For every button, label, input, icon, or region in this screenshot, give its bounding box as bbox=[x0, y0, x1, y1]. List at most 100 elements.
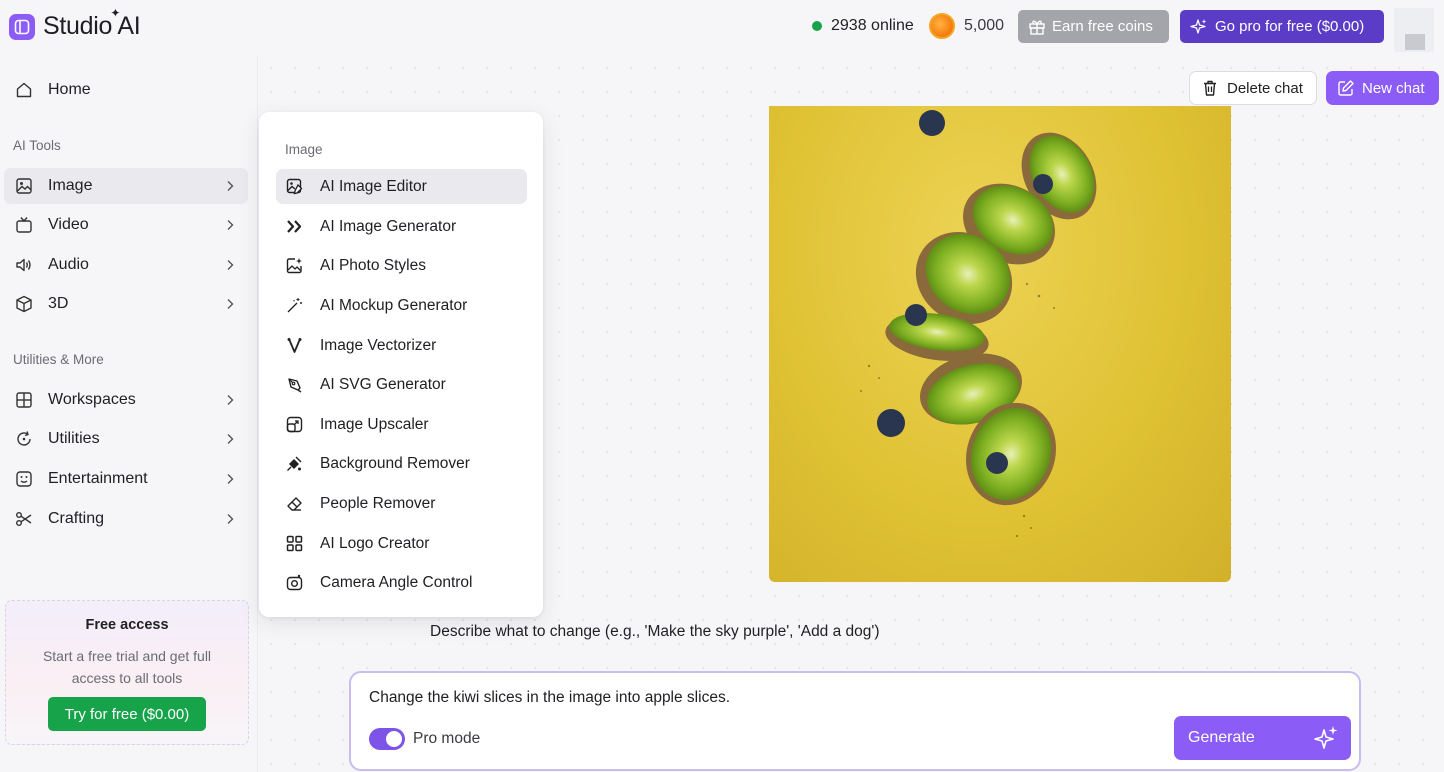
tv-icon bbox=[14, 215, 34, 235]
pro-mode-toggle[interactable] bbox=[369, 728, 405, 750]
sidebar-item-label: Video bbox=[48, 216, 89, 233]
menu-item-label: AI SVG Generator bbox=[320, 375, 446, 393]
sidebar-item-utilities[interactable]: Utilities bbox=[4, 421, 248, 457]
menu-item-ai-svg-generator[interactable]: AI SVG Generator bbox=[276, 367, 527, 402]
chevron-right-icon bbox=[227, 474, 234, 484]
sidebar-item-label: Crafting bbox=[48, 510, 105, 527]
sidebar: Home AI Tools Image Video Audio 3D Utili… bbox=[0, 56, 258, 772]
menu-item-background-remover[interactable]: Background Remover bbox=[276, 446, 527, 481]
pro-mode-label: Pro mode bbox=[413, 730, 481, 747]
camera-icon bbox=[285, 574, 303, 592]
try-for-free-button[interactable]: Try for free ($0.00) bbox=[48, 697, 206, 731]
menu-item-ai-logo-creator[interactable]: AI Logo Creator bbox=[276, 526, 527, 561]
sidebar-item-audio[interactable]: Audio bbox=[4, 247, 248, 283]
go-pro-button[interactable]: Go pro for free ($0.00) bbox=[1180, 10, 1384, 43]
new-chat-label: New chat bbox=[1362, 79, 1425, 97]
sidebar-item-image[interactable]: Image bbox=[4, 168, 248, 204]
magic-wand-icon bbox=[285, 297, 303, 315]
chevron-right-icon bbox=[227, 299, 234, 309]
refresh-icon bbox=[14, 429, 34, 449]
chevron-right-icon bbox=[227, 260, 234, 270]
pen-tool-icon bbox=[285, 376, 303, 394]
sidebar-toggle-icon bbox=[9, 13, 35, 40]
free-access-text: Start a free trial and get full access t… bbox=[42, 648, 212, 686]
generate-button[interactable]: Generate bbox=[1174, 716, 1351, 760]
bg-remove-icon bbox=[285, 455, 303, 473]
menu-item-ai-image-editor[interactable]: AI Image Editor bbox=[276, 169, 527, 204]
delete-chat-label: Delete chat bbox=[1227, 79, 1303, 97]
home-icon bbox=[14, 80, 34, 100]
section-label-ai-tools: AI Tools bbox=[13, 138, 61, 153]
menu-item-label: AI Photo Styles bbox=[320, 256, 426, 274]
image-tools-flyout: Image AI Image Editor AI Image Generator… bbox=[259, 112, 543, 617]
sidebar-item-crafting[interactable]: Crafting bbox=[4, 501, 248, 537]
chevron-right-icon bbox=[227, 181, 234, 191]
go-pro-label: Go pro for free ($0.00) bbox=[1215, 18, 1365, 35]
earn-label: Earn free coins bbox=[1052, 18, 1153, 35]
kiwi-photo bbox=[860, 110, 1097, 538]
menu-item-people-remover[interactable]: People Remover bbox=[276, 486, 527, 521]
sidebar-item-label: 3D bbox=[48, 295, 69, 312]
sidebar-item-label: Home bbox=[48, 81, 91, 98]
app-logo[interactable]: Studio AI ✦ bbox=[9, 6, 141, 41]
image-preview[interactable] bbox=[769, 106, 1231, 582]
new-chat-button[interactable]: New chat bbox=[1326, 71, 1439, 105]
section-label-utilities: Utilities & More bbox=[13, 352, 104, 367]
eraser-icon bbox=[285, 495, 303, 513]
chevron-right-icon bbox=[227, 395, 234, 405]
menu-item-image-vectorizer[interactable]: Image Vectorizer bbox=[276, 328, 527, 363]
instruction-text: Describe what to change (e.g., 'Make the… bbox=[430, 623, 880, 640]
chevron-right-icon bbox=[227, 514, 234, 524]
coin-balance: 5,000 bbox=[964, 17, 1005, 34]
menu-item-ai-image-generator[interactable]: AI Image Generator bbox=[276, 209, 527, 244]
menu-item-label: AI Mockup Generator bbox=[320, 296, 468, 314]
chevron-right-icon bbox=[227, 220, 234, 230]
menu-item-label: Background Remover bbox=[320, 454, 470, 472]
gift-icon bbox=[1029, 20, 1045, 35]
prompt-box[interactable]: Change the kiwi slices in the image into… bbox=[349, 671, 1361, 771]
avatar[interactable] bbox=[1394, 8, 1434, 52]
online-dot-icon bbox=[812, 21, 822, 31]
sidebar-item-label: Entertainment bbox=[48, 470, 148, 487]
menu-item-label: Camera Angle Control bbox=[320, 573, 473, 591]
sparkle-icon: ✦ bbox=[110, 6, 121, 20]
sidebar-item-3d[interactable]: 3D bbox=[4, 286, 248, 322]
menu-item-label: Image Vectorizer bbox=[320, 336, 437, 354]
prompt-input[interactable]: Change the kiwi slices in the image into… bbox=[369, 689, 730, 707]
image-icon bbox=[14, 176, 34, 196]
free-access-title: Free access bbox=[85, 617, 169, 633]
menu-item-label: People Remover bbox=[320, 494, 436, 512]
menu-item-ai-photo-styles[interactable]: AI Photo Styles bbox=[276, 248, 527, 283]
sidebar-item-label: Audio bbox=[48, 256, 89, 273]
menu-item-label: AI Logo Creator bbox=[320, 534, 430, 552]
online-count: 2938 online bbox=[831, 17, 914, 34]
top-bar: Studio AI ✦ 2938 online 5,000 Earn free … bbox=[0, 0, 1444, 56]
delete-chat-button[interactable]: Delete chat bbox=[1189, 71, 1317, 105]
coin-icon bbox=[929, 13, 955, 39]
sidebar-item-entertainment[interactable]: Entertainment bbox=[4, 461, 248, 497]
sidebar-item-video[interactable]: Video bbox=[4, 207, 248, 243]
generate-label: Generate bbox=[1188, 729, 1255, 746]
chevron-right-icon bbox=[227, 434, 234, 444]
menu-item-label: Image Upscaler bbox=[320, 415, 429, 433]
menu-item-label: AI Image Editor bbox=[320, 177, 427, 195]
flyout-heading: Image bbox=[285, 142, 323, 157]
upscale-icon bbox=[285, 416, 303, 434]
sidebar-item-home[interactable]: Home bbox=[4, 72, 248, 108]
cube-icon bbox=[14, 294, 34, 314]
menu-item-image-upscaler[interactable]: Image Upscaler bbox=[276, 407, 527, 442]
scissors-icon bbox=[14, 509, 34, 529]
sidebar-item-label: Utilities bbox=[48, 430, 100, 447]
smile-icon bbox=[14, 469, 34, 489]
menu-item-ai-mockup-generator[interactable]: AI Mockup Generator bbox=[276, 288, 527, 323]
menu-item-camera-angle-control[interactable]: Camera Angle Control bbox=[276, 565, 527, 600]
sidebar-item-label: Image bbox=[48, 177, 93, 194]
earn-free-coins-button[interactable]: Earn free coins bbox=[1018, 10, 1169, 43]
sidebar-item-label: Workspaces bbox=[48, 391, 136, 408]
sparkles-icon bbox=[1314, 726, 1338, 749]
trash-icon bbox=[1204, 80, 1216, 96]
sidebar-item-workspaces[interactable]: Workspaces bbox=[4, 382, 248, 418]
grid-icon bbox=[14, 390, 34, 410]
logo-icon bbox=[285, 535, 303, 553]
menu-item-label: AI Image Generator bbox=[320, 217, 457, 235]
